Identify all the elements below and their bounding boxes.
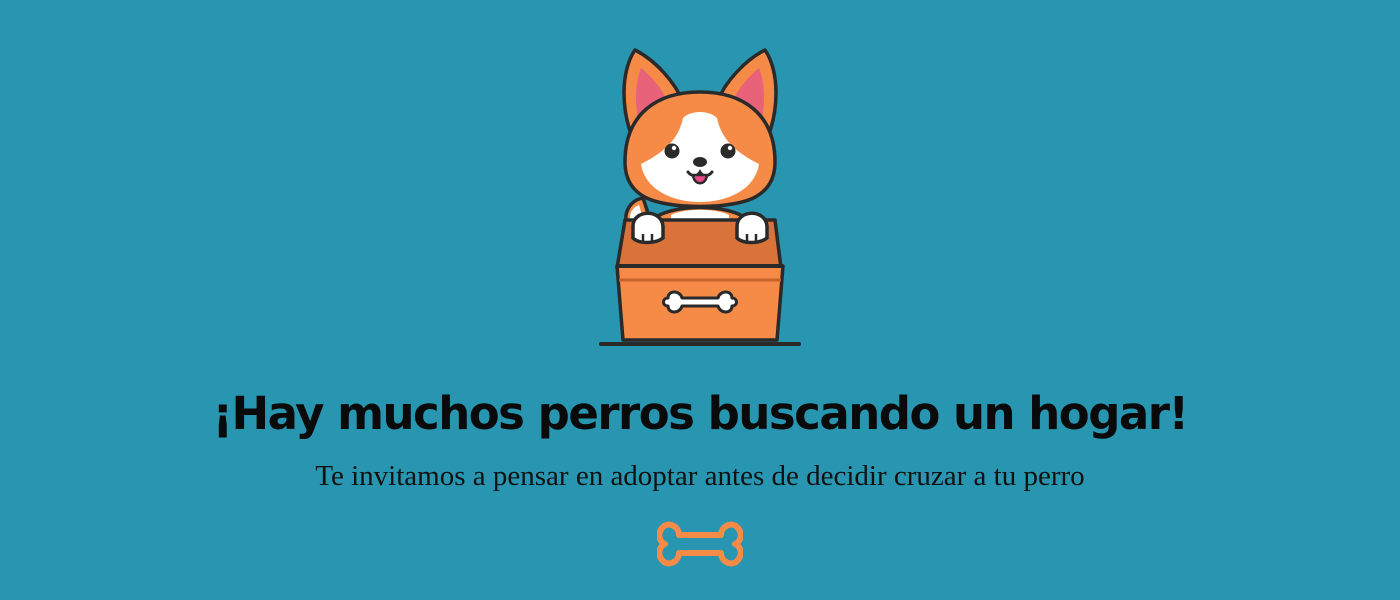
adoption-banner: ¡Hay muchos perros buscando un hogar! Te… bbox=[0, 0, 1400, 600]
page-title: ¡Hay muchos perros buscando un hogar! bbox=[212, 387, 1189, 440]
bone-icon bbox=[657, 521, 743, 567]
page-subtitle: Te invitamos a pensar en adoptar antes d… bbox=[315, 460, 1085, 492]
corgi-in-box-illustration bbox=[599, 48, 801, 346]
